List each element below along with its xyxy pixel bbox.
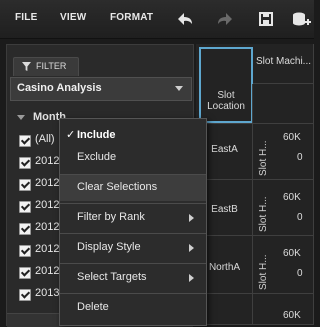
checkbox-checked-icon[interactable]: [19, 179, 31, 191]
filter-item-label: 2013: [35, 287, 60, 299]
axis-top-label: 60K: [283, 132, 301, 143]
checkbox-checked-icon[interactable]: [19, 245, 31, 257]
menu-item-delete[interactable]: Delete: [60, 295, 206, 321]
submenu-arrow-icon: [189, 274, 194, 282]
context-menu: ✓ Include Exclude Clear Selections Filte…: [59, 118, 207, 326]
measure-label: Slot H...: [258, 196, 269, 232]
menu-item-label: Display Style: [77, 241, 141, 253]
value-cell[interactable]: Slot H... 60K 0: [253, 180, 314, 236]
menu-item-label: Include: [77, 129, 116, 141]
measure-label: Slot H...: [258, 140, 269, 176]
value-cell[interactable]: 60K: [253, 294, 314, 325]
axis-bottom-label: 0: [297, 212, 303, 223]
axis-top-label: 60K: [283, 248, 301, 259]
checkmark-icon: ✓: [66, 129, 76, 141]
checkbox-checked-icon[interactable]: [19, 289, 31, 301]
menu-item-select-targets[interactable]: Select Targets: [60, 265, 206, 291]
checkbox-checked-icon[interactable]: [19, 223, 31, 235]
filter-item-label: 2012: [35, 155, 60, 167]
dataset-select-value: Casino Analysis: [17, 82, 102, 94]
top-toolbar: FILE VIEW FORMAT: [0, 0, 314, 39]
checkbox-checked-icon[interactable]: [19, 157, 31, 169]
axis-top-label: 60K: [283, 192, 301, 203]
column-header-cell[interactable]: Slot Machi...: [253, 44, 314, 84]
submenu-arrow-icon: [189, 214, 194, 222]
axis-bottom-label: 0: [297, 268, 303, 279]
checkbox-checked-icon[interactable]: [19, 267, 31, 279]
chevron-down-icon: [175, 86, 183, 91]
format-menu[interactable]: FORMAT: [110, 12, 153, 23]
filter-item-label: 2012: [35, 265, 60, 277]
funnel-icon: [22, 62, 31, 74]
menu-item-label: Exclude: [77, 151, 117, 163]
menu-item-label: Select Targets: [77, 271, 147, 283]
view-menu[interactable]: VIEW: [60, 12, 86, 23]
menu-divider: [60, 293, 206, 294]
header-blank-cell: [253, 84, 314, 124]
row-header-cell[interactable]: Slot Location: [199, 84, 253, 124]
menu-divider: [60, 263, 206, 264]
axis-top-label: 60K: [283, 310, 301, 321]
menu-item-display-style[interactable]: Display Style: [60, 235, 206, 261]
menu-item-filter-by-rank[interactable]: Filter by Rank: [60, 205, 206, 231]
file-menu[interactable]: FILE: [15, 12, 37, 23]
checkbox-checked-icon[interactable]: [19, 201, 31, 213]
dataset-select[interactable]: Casino Analysis: [10, 77, 192, 101]
row-header-label: Slot Location: [207, 90, 245, 112]
menu-divider: [60, 233, 206, 234]
axis-bottom-label: 0: [297, 152, 303, 163]
collapse-triangle-icon: [17, 115, 25, 120]
checkbox-checked-icon[interactable]: [19, 135, 31, 147]
add-data-icon[interactable]: [290, 8, 312, 30]
value-cell[interactable]: Slot H... 60K 0: [253, 124, 314, 180]
menu-item-label: Clear Selections: [77, 181, 158, 193]
column-header-label: Slot Machi...: [255, 56, 312, 67]
redo-icon[interactable]: [214, 8, 236, 30]
filter-item-label: 2012: [35, 243, 60, 255]
measure-label: Slot H...: [258, 254, 269, 290]
menu-item-label: Delete: [77, 301, 109, 313]
grid-visualization: Slot Machi... Slot Location EastA Slot H…: [196, 44, 314, 325]
menu-item-clear-selections[interactable]: Clear Selections: [60, 175, 206, 201]
menu-divider: [60, 203, 206, 204]
save-icon[interactable]: [255, 8, 277, 30]
value-cell[interactable]: Slot H... 60K 0: [253, 236, 314, 294]
filter-item-label: 2012: [35, 177, 60, 189]
filter-item-label: 2012: [35, 199, 60, 211]
undo-icon[interactable]: [174, 8, 196, 30]
filter-item-label: 2012: [35, 221, 60, 233]
menu-item-exclude[interactable]: Exclude: [60, 145, 206, 171]
filter-tab-label: FILTER: [36, 61, 67, 71]
submenu-arrow-icon: [189, 244, 194, 252]
filter-item-label: (All): [35, 133, 55, 145]
tab-filter[interactable]: FILTER: [13, 57, 79, 76]
menu-item-label: Filter by Rank: [77, 211, 145, 223]
